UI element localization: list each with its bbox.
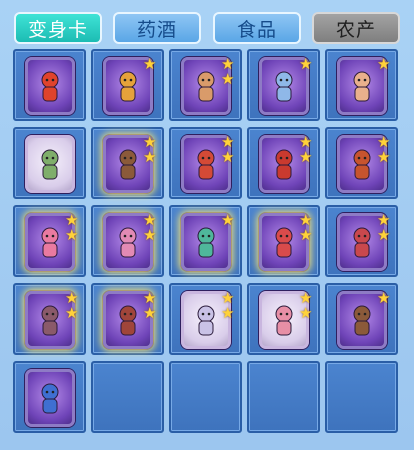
star-rating: ★ ★ [143,291,159,321]
inventory-slot[interactable]: ★ [325,49,398,121]
star-icon: ★ [299,55,313,73]
inventory-slot[interactable]: ★ [169,205,242,277]
inventory-slot[interactable] [13,127,86,199]
inventory-slot[interactable]: ★ ★ [325,205,398,277]
star-icon: ★ [299,304,313,322]
inventory-slot[interactable]: ★ ★ [325,127,398,199]
inventory-slot[interactable]: ★ ★ [13,283,86,355]
star-icon: ★ [143,148,157,166]
character-figure [41,383,59,414]
star-rating: ★ [221,213,237,228]
empty-slot[interactable] [325,361,398,433]
character-figure [275,305,293,336]
star-rating: ★ ★ [377,135,393,165]
character-figure [275,71,293,102]
character-figure [275,149,293,180]
star-icon: ★ [221,70,235,88]
tab-farm-products[interactable]: 农产 [312,12,400,44]
character-figure [275,227,293,258]
star-icon: ★ [377,148,391,166]
character-figure [119,227,137,258]
character-figure [119,149,137,180]
inventory-slot[interactable]: ★ ★ [169,49,242,121]
inventory-slot[interactable]: ★ ★ [247,283,320,355]
star-icon: ★ [221,148,235,166]
character-figure [119,71,137,102]
character-figure [197,305,215,336]
star-icon: ★ [143,304,157,322]
inventory-slot[interactable]: ★ ★ [169,283,242,355]
character-figure [41,149,59,180]
star-icon: ★ [65,304,79,322]
star-icon: ★ [299,226,313,244]
item-grid: ★ ★ ★ ★ ★ ★ ★ ★ ★ ★ ★ ★ ★ ★ ★ ★ ★ ★ ★ ★ ★ ★ ★ ★ ★ ★ ★ ★ ★ ★ ★ [13,49,403,450]
star-rating: ★ ★ [299,213,315,243]
star-rating: ★ [377,57,393,72]
character-figure [353,71,371,102]
star-rating: ★ ★ [377,213,393,243]
character-figure [197,149,215,180]
star-icon: ★ [65,226,79,244]
empty-slot[interactable] [91,361,164,433]
star-rating: ★ [377,291,393,306]
inventory-slot[interactable]: ★ ★ [13,205,86,277]
star-icon: ★ [221,211,235,229]
star-rating: ★ ★ [221,57,237,87]
star-rating: ★ [143,57,159,72]
monkey-card-icon [25,57,75,115]
tab-food[interactable]: 食品 [213,12,301,44]
inventory-slot[interactable] [13,361,86,433]
inventory-slot[interactable]: ★ ★ [91,205,164,277]
star-rating: ★ ★ [221,291,237,321]
inventory-slot[interactable]: ★ [247,49,320,121]
star-icon: ★ [377,226,391,244]
star-rating: ★ ★ [299,135,315,165]
character-figure [197,71,215,102]
character-figure [353,149,371,180]
character-figure [197,227,215,258]
character-figure [353,227,371,258]
character-figure [353,305,371,336]
clown-card-icon [25,369,75,427]
star-icon: ★ [221,304,235,322]
inventory-slot[interactable]: ★ ★ [247,205,320,277]
star-icon: ★ [143,55,157,73]
tab-bar: 变身卡 药酒 食品 农产 [0,0,414,48]
star-rating: ★ ★ [299,291,315,321]
character-figure [119,305,137,336]
star-rating: ★ [299,57,315,72]
inventory-slot[interactable] [13,49,86,121]
inventory-slot[interactable]: ★ ★ [91,127,164,199]
character-figure [41,305,59,336]
inventory-slot[interactable]: ★ [91,49,164,121]
tab-transform-card[interactable]: 变身卡 [14,12,102,44]
character-figure [41,71,59,102]
star-icon: ★ [377,55,391,73]
star-rating: ★ ★ [65,291,81,321]
empty-slot[interactable] [247,361,320,433]
inventory-slot[interactable]: ★ ★ [169,127,242,199]
inventory-slot[interactable]: ★ ★ [91,283,164,355]
star-icon: ★ [299,148,313,166]
tab-medicine-wine[interactable]: 药酒 [113,12,201,44]
star-rating: ★ ★ [143,135,159,165]
star-icon: ★ [143,226,157,244]
inventory-slot[interactable]: ★ ★ [247,127,320,199]
star-rating: ★ ★ [221,135,237,165]
empty-slot[interactable] [169,361,242,433]
monk-card-icon [25,135,75,193]
inventory-slot[interactable]: ★ [325,283,398,355]
star-rating: ★ ★ [143,213,159,243]
star-icon: ★ [377,289,391,307]
character-figure [41,227,59,258]
star-rating: ★ ★ [65,213,81,243]
